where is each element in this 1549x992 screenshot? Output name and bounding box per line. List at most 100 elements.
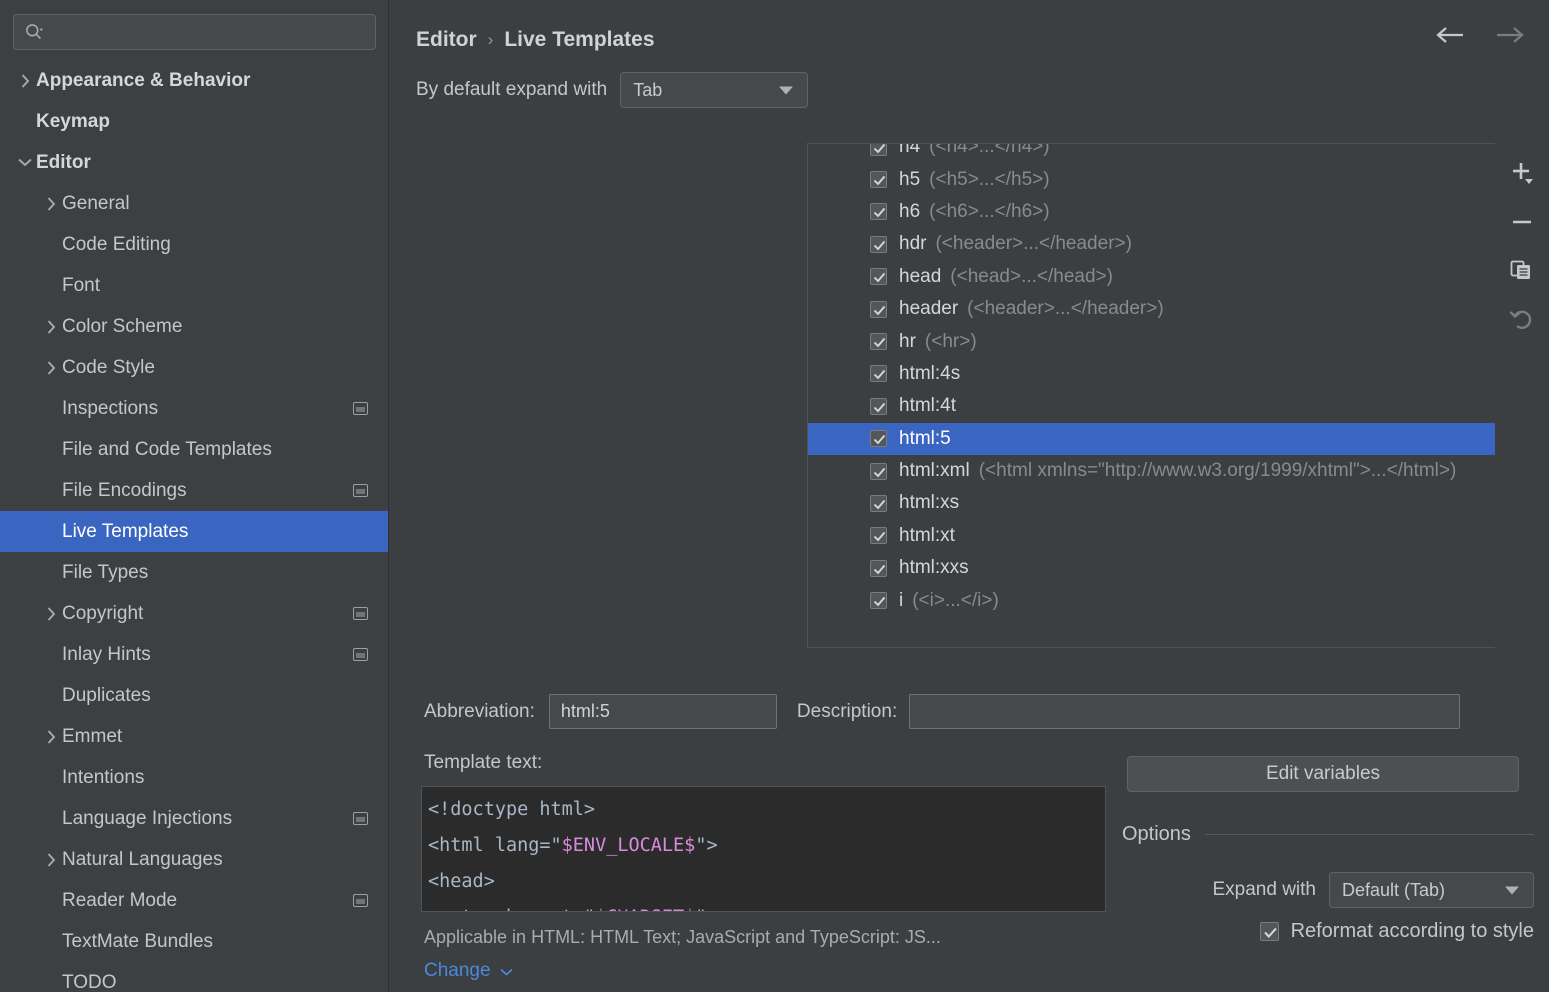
template-abbreviation: html:4t xyxy=(899,395,956,417)
template-enabled-checkbox[interactable] xyxy=(870,365,887,382)
sidebar-item-language-injections[interactable]: Language Injections xyxy=(0,798,388,839)
template-enabled-checkbox[interactable] xyxy=(870,268,887,285)
sidebar-item-file-encodings[interactable]: File Encodings xyxy=(0,470,388,511)
sidebar-item-inlay-hints[interactable]: Inlay Hints xyxy=(0,634,388,675)
sidebar-item-emmet[interactable]: Emmet xyxy=(0,716,388,757)
sidebar-item-textmate-bundles[interactable]: TextMate Bundles xyxy=(0,921,388,962)
chevron-right-icon[interactable] xyxy=(14,74,36,88)
template-enabled-checkbox[interactable] xyxy=(870,398,887,415)
sidebar-item-reader-mode[interactable]: Reader Mode xyxy=(0,880,388,921)
template-enabled-checkbox[interactable] xyxy=(870,171,887,188)
template-row[interactable]: html:4t xyxy=(808,390,1549,422)
default-expand-row: By default expand with Tab xyxy=(389,72,1549,108)
template-row[interactable]: hdr(<header>...</header>) xyxy=(808,228,1549,260)
reformat-option-row[interactable]: Reformat according to style xyxy=(1122,920,1534,943)
template-row[interactable]: h5(<h5>...</h5>) xyxy=(808,163,1549,195)
template-row[interactable]: hr(<hr>) xyxy=(808,325,1549,357)
panel-indicator-icon xyxy=(353,648,368,661)
chevron-right-icon[interactable] xyxy=(40,730,62,744)
arrow-left-icon[interactable] xyxy=(1433,24,1467,51)
abbreviation-value: html:5 xyxy=(561,701,610,722)
chevron-right-icon[interactable] xyxy=(40,197,62,211)
code-text: "> xyxy=(695,907,717,912)
template-description: (<header>...</header>) xyxy=(935,233,1131,255)
sidebar-item-natural-languages[interactable]: Natural Languages xyxy=(0,839,388,880)
breadcrumb-root[interactable]: Editor xyxy=(416,28,477,52)
arrow-right-icon[interactable] xyxy=(1493,24,1527,51)
sidebar-item-general[interactable]: General xyxy=(0,183,388,224)
sidebar-item-appearance-behavior[interactable]: Appearance & Behavior xyxy=(0,60,388,101)
template-row[interactable]: html:xt xyxy=(808,520,1549,552)
expand-with-select[interactable]: Default (Tab) xyxy=(1329,872,1534,908)
template-row[interactable]: i(<i>...</i>) xyxy=(808,584,1549,616)
add-icon[interactable] xyxy=(1505,157,1539,191)
search-box[interactable] xyxy=(13,14,376,50)
sidebar-item-font[interactable]: Font xyxy=(0,265,388,306)
template-enabled-checkbox[interactable] xyxy=(870,495,887,512)
default-expand-select[interactable]: Tab xyxy=(620,72,808,108)
sidebar-item-color-scheme[interactable]: Color Scheme xyxy=(0,306,388,347)
settings-sidebar: Appearance & BehaviorKeymap Editor General… xyxy=(0,0,389,992)
template-enabled-checkbox[interactable] xyxy=(870,143,887,156)
sidebar-item-live-templates[interactable]: Live Templates xyxy=(0,511,388,552)
sidebar-item-label: Intentions xyxy=(62,767,368,789)
duplicate-icon[interactable] xyxy=(1505,253,1539,287)
description-label: Description: xyxy=(797,701,897,723)
sidebar-item-file-types[interactable]: File Types xyxy=(0,552,388,593)
template-enabled-checkbox[interactable] xyxy=(870,203,887,220)
template-enabled-checkbox[interactable] xyxy=(870,463,887,480)
sidebar-item-todo[interactable]: TODO xyxy=(0,962,388,992)
default-expand-label: By default expand with xyxy=(416,79,607,101)
template-row[interactable]: html:xxs xyxy=(808,552,1549,584)
code-line: <!doctype html> xyxy=(428,792,1105,828)
sidebar-item-intentions[interactable]: Intentions xyxy=(0,757,388,798)
template-row[interactable]: html:xml(<html xmlns="http://www.w3.org/… xyxy=(808,455,1549,487)
template-enabled-checkbox[interactable] xyxy=(870,527,887,544)
chevron-right-icon[interactable] xyxy=(40,320,62,334)
template-abbreviation: html:xxs xyxy=(899,557,969,579)
sidebar-item-code-editing[interactable]: Code Editing xyxy=(0,224,388,265)
sidebar-item-label: Emmet xyxy=(62,726,368,748)
sidebar-item-label: General xyxy=(62,193,368,215)
sidebar-item-inspections[interactable]: Inspections xyxy=(0,388,388,429)
template-row[interactable]: header(<header>...</header>) xyxy=(808,293,1549,325)
abbreviation-input[interactable]: html:5 xyxy=(549,694,777,729)
template-abbreviation: hr xyxy=(899,331,916,353)
template-enabled-checkbox[interactable] xyxy=(870,592,887,609)
change-context-link[interactable]: Change xyxy=(424,960,513,982)
chevron-right-icon[interactable] xyxy=(40,607,62,621)
chevron-right-icon[interactable] xyxy=(40,853,62,867)
template-detail-row: Abbreviation: html:5 Description: xyxy=(424,694,1534,729)
template-row[interactable]: h6(<h6>...</h6>) xyxy=(808,196,1549,228)
live-templates-list[interactable]: h4(<h4>...</h4>)h5(<h5>...</h5>)h6(<h6>.… xyxy=(807,143,1549,648)
template-enabled-checkbox[interactable] xyxy=(870,236,887,253)
template-row[interactable]: h4(<h4>...</h4>) xyxy=(808,143,1549,163)
template-row[interactable]: head(<head>...</head>) xyxy=(808,261,1549,293)
chevron-down-icon[interactable] xyxy=(14,158,36,167)
description-input[interactable] xyxy=(909,694,1460,729)
template-row[interactable]: html:xs xyxy=(808,487,1549,519)
chevron-right-icon[interactable] xyxy=(40,361,62,375)
remove-icon[interactable] xyxy=(1505,205,1539,239)
template-enabled-checkbox[interactable] xyxy=(870,560,887,577)
sidebar-item-label: Copyright xyxy=(62,603,345,625)
sidebar-item-code-style[interactable]: Code Style xyxy=(0,347,388,388)
reformat-checkbox[interactable] xyxy=(1260,922,1279,941)
sidebar-item-editor[interactable]: Editor xyxy=(0,142,388,183)
panel-indicator-icon xyxy=(353,607,368,620)
template-enabled-checkbox[interactable] xyxy=(870,333,887,350)
chevron-down-icon xyxy=(779,80,793,101)
sidebar-item-label: Editor xyxy=(36,152,368,174)
search-input[interactable] xyxy=(48,24,365,41)
template-row[interactable]: html:4s xyxy=(808,358,1549,390)
template-row[interactable]: html:5 xyxy=(808,423,1549,455)
sidebar-item-duplicates[interactable]: Duplicates xyxy=(0,675,388,716)
template-text-editor[interactable]: <!doctype html><html lang="$ENV_LOCALE$"… xyxy=(421,786,1106,912)
sidebar-item-file-and-code-templates[interactable]: File and Code Templates xyxy=(0,429,388,470)
edit-variables-button[interactable]: Edit variables xyxy=(1127,756,1519,792)
revert-icon[interactable] xyxy=(1505,301,1539,335)
sidebar-item-keymap[interactable]: Keymap xyxy=(0,101,388,142)
template-enabled-checkbox[interactable] xyxy=(870,301,887,318)
sidebar-item-copyright[interactable]: Copyright xyxy=(0,593,388,634)
template-enabled-checkbox[interactable] xyxy=(870,430,887,447)
